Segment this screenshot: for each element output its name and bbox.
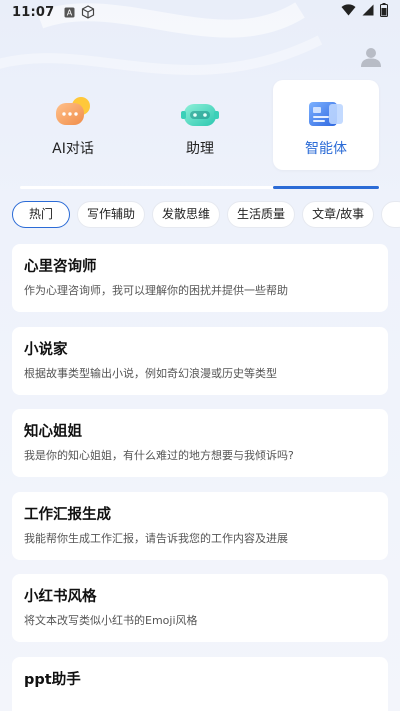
tab-label: 助理: [186, 141, 214, 157]
status-time: 11:07: [12, 4, 55, 20]
agent-title: 心里咨询师: [24, 259, 97, 275]
agent-card[interactable]: 工作汇报生成 我能帮你生成工作汇报，请告诉我您的工作内容及进展: [12, 491, 388, 560]
chip-writing[interactable]: 写作辅助: [77, 201, 146, 228]
category-chips: 热门 写作辅助 发散思维 生活质量 文章/故事: [0, 201, 400, 229]
agent-card[interactable]: 心里咨询师 作为心理咨询师，我可以理解你的困扰并提供一些帮助: [12, 244, 388, 312]
chip-hot[interactable]: 热门: [12, 201, 71, 228]
user-avatar-icon[interactable]: [360, 46, 382, 68]
cube-icon: [81, 5, 95, 19]
agent-card[interactable]: 小说家 根据故事类型输出小说，例如奇幻浪漫或历史等类型: [12, 326, 388, 395]
tab-label: 智能体: [305, 141, 347, 157]
status-bar: 11:07 A: [0, 0, 400, 24]
agent-description: 我能帮你生成工作汇报，请告诉我您的工作内容及进展: [24, 531, 288, 545]
signal-icon: [362, 4, 374, 20]
agent-card[interactable]: ppt助手: [12, 656, 388, 711]
agent-description: 作为心理咨询师，我可以理解你的困扰并提供一些帮助: [24, 284, 288, 297]
robot-icon: [181, 104, 219, 126]
agent-list: 心里咨询师 作为心理咨询师，我可以理解你的困扰并提供一些帮助 小说家 根据故事类…: [12, 244, 388, 711]
tab-assistant[interactable]: 助理: [147, 80, 253, 170]
text-a-icon: A: [64, 7, 75, 18]
chip-life[interactable]: 生活质量: [227, 201, 296, 228]
agent-description: 根据故事类型输出小说，例如奇幻浪漫或历史等类型: [24, 366, 277, 380]
chip-divergent[interactable]: 发散思维: [152, 201, 221, 228]
agent-title: ppt助手: [24, 671, 81, 688]
svg-text:A: A: [67, 8, 73, 17]
battery-icon: [380, 3, 388, 21]
agent-description: 我是你的知心姐姐，有什么难过的地方想要与我倾诉吗?: [24, 449, 294, 463]
agent-card[interactable]: 小红书风格 将文本改写类似小红书的Emoji风格: [12, 574, 388, 643]
agent-title: 工作汇报生成: [24, 506, 111, 523]
chip-more[interactable]: [381, 201, 400, 228]
agent-description: 将文本改写类似小红书的Emoji风格: [24, 614, 198, 628]
tab-agents[interactable]: 智能体: [273, 80, 379, 170]
chat-bubble-icon: [56, 97, 90, 125]
tab-ai-chat[interactable]: AI对话: [20, 80, 126, 170]
agent-cards-icon: [309, 102, 343, 126]
agent-card[interactable]: 知心姐姐 我是你的知心姐姐，有什么难过的地方想要与我倾诉吗?: [12, 409, 388, 478]
agent-title: 小红书风格: [24, 589, 97, 606]
tab-active-indicator: [273, 186, 379, 189]
wifi-icon: [341, 4, 356, 20]
agent-title: 小说家: [24, 341, 68, 358]
mode-tabs: AI对话 助理 智能体: [0, 80, 400, 172]
tab-label: AI对话: [52, 141, 94, 157]
chip-article[interactable]: 文章/故事: [302, 201, 375, 228]
agent-title: 知心姐姐: [24, 424, 82, 441]
